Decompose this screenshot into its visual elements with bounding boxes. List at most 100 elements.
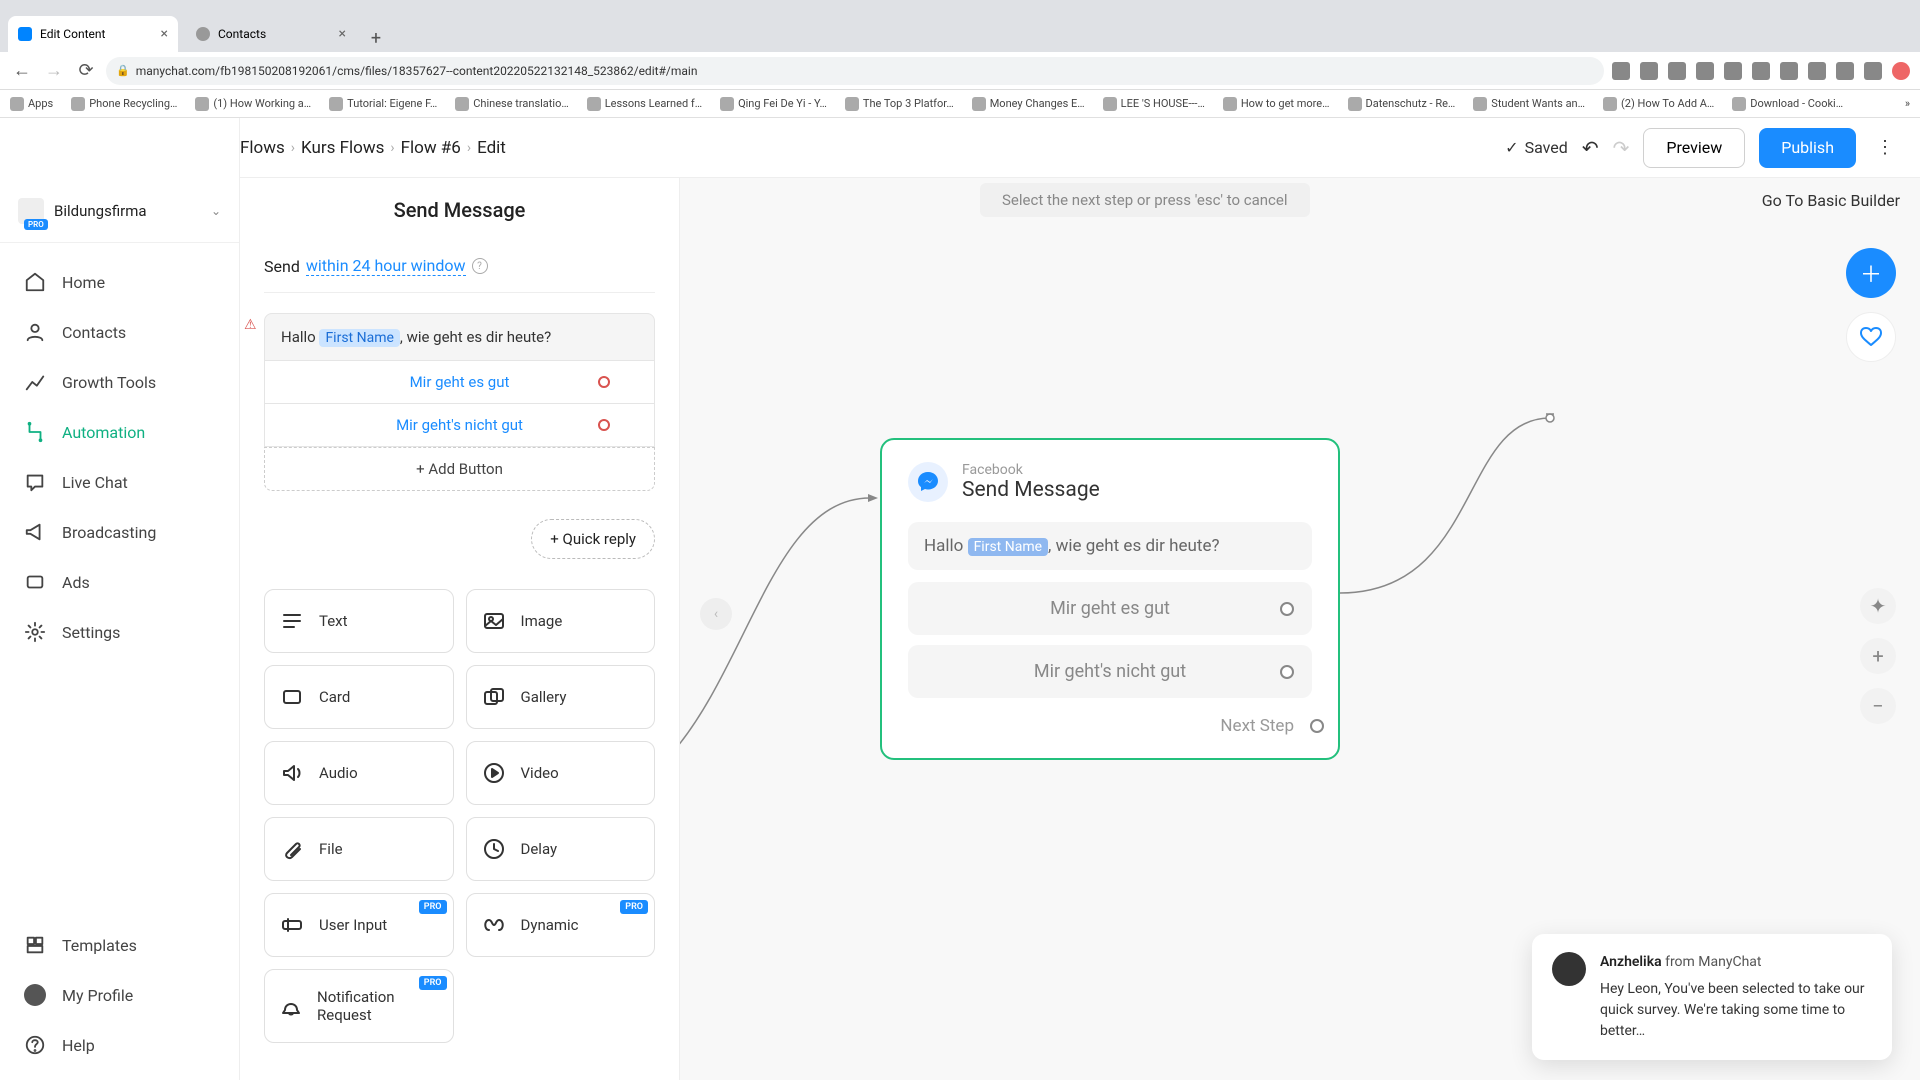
ext-icon[interactable] [1836,62,1854,80]
ext-icon[interactable] [1752,62,1770,80]
add-step-fab[interactable]: ＋ [1846,248,1896,298]
tile-notification[interactable]: PRONotification Request [264,969,454,1043]
node-button[interactable]: Mir geht's nicht gut [908,645,1312,698]
ext-icon[interactable] [1612,62,1630,80]
tile-delay[interactable]: Delay [466,817,656,881]
send-window-setting[interactable]: Send within 24 hour window ? [264,248,655,293]
ext-icon[interactable] [1780,62,1798,80]
sidebar-item-contacts[interactable]: Contacts [0,307,239,357]
help-icon[interactable]: ? [472,258,488,274]
bookmark-item[interactable]: Apps [10,97,53,111]
breadcrumb-item[interactable]: Kurs Flows [301,138,384,158]
bookmark-item[interactable]: How to get more… [1223,97,1330,111]
sidebar-item-automation[interactable]: Automation [0,407,239,457]
browser-tab-active[interactable]: Edit Content × [8,16,178,52]
reload-button[interactable]: ⟳ [74,59,98,83]
sidebar-item-broadcasting[interactable]: Broadcasting [0,507,239,557]
message-button[interactable]: Mir geht's nicht gut [264,404,655,447]
account-selector[interactable]: PRO Bildungsfirma ⌄ [0,188,239,243]
back-button[interactable]: ← [10,59,34,83]
bookmark-item[interactable]: Lessons Learned f… [587,97,702,111]
tile-file[interactable]: File [264,817,454,881]
ext-icon[interactable] [1696,62,1714,80]
auto-arrange-button[interactable]: ✦ [1860,588,1896,624]
sidebar-item-profile[interactable]: My Profile [0,970,239,1020]
bookmark-item[interactable]: LEE 'S HOUSE---… [1103,97,1205,111]
message-text[interactable]: Hallo First Name, wie geht es dir heute? [264,313,655,361]
publish-button[interactable]: Publish [1759,128,1856,168]
bookmark-item[interactable]: Money Changes E… [972,97,1085,111]
bookmark-item[interactable]: The Top 3 Platfor… [845,97,954,111]
connector-port[interactable] [598,419,610,431]
ext-icon[interactable] [1724,62,1742,80]
message-button[interactable]: Mir geht es gut [264,361,655,404]
bookmark-item[interactable]: Datenschutz - Re… [1348,97,1456,111]
bookmark-item[interactable]: (1) How Working a… [195,97,311,111]
favorite-fab[interactable] [1846,312,1896,362]
bookmark-item[interactable]: Chinese translatio… [455,97,568,111]
sidebar-item-templates[interactable]: Templates [0,920,239,970]
ext-icon[interactable] [1864,62,1882,80]
url-bar[interactable]: 🔒 manychat.com/fb198150208192061/cms/fil… [106,57,1604,85]
dynamic-icon [481,912,507,938]
connector-port[interactable] [1280,665,1294,679]
tile-audio[interactable]: Audio [264,741,454,805]
sidebar-item-growth[interactable]: Growth Tools [0,357,239,407]
bookmark-item[interactable]: Phone Recycling… [71,97,177,111]
tile-video[interactable]: Video [466,741,656,805]
flow-canvas[interactable]: ‹ Facebook Send Message Hallo First Name… [680,118,1920,1080]
bookmark-item[interactable]: (2) How To Add A… [1603,97,1714,111]
text-icon [279,608,305,634]
browser-tab[interactable]: Contacts × [186,16,356,52]
variable-chip[interactable]: First Name [319,329,399,347]
connector-port[interactable] [1280,602,1294,616]
connector-port[interactable] [598,376,610,388]
new-tab-button[interactable]: + [362,24,390,52]
tab-close-icon[interactable]: × [339,26,346,42]
preview-button[interactable]: Preview [1643,128,1745,168]
go-basic-builder-link[interactable]: Go To Basic Builder [1762,191,1900,210]
tile-image[interactable]: Image [466,589,656,653]
breadcrumb-item[interactable]: Flow #6 [401,138,461,158]
bookmarks-overflow[interactable]: » [1905,97,1910,110]
bookmark-item[interactable]: Student Wants an… [1473,97,1585,111]
image-icon [481,608,507,634]
tile-card[interactable]: Card [264,665,454,729]
sidebar-item-help[interactable]: Help [0,1020,239,1070]
tile-dynamic[interactable]: PRODynamic [466,893,656,957]
bookmark-item[interactable]: Tutorial: Eigene F… [329,97,437,111]
sidebar-item-settings[interactable]: Settings [0,607,239,657]
add-button[interactable]: + Add Button [264,447,655,491]
ext-icon[interactable] [1668,62,1686,80]
zoom-out-button[interactable]: − [1860,688,1896,724]
node-message[interactable]: Hallo First Name, wie geht es dir heute? [908,522,1312,570]
sidebar-item-livechat[interactable]: Live Chat [0,457,239,507]
breadcrumb-item[interactable]: Flows [240,138,285,158]
tile-user-input[interactable]: PROUser Input [264,893,454,957]
tile-text[interactable]: Text [264,589,454,653]
home-icon [24,271,46,293]
forward-button[interactable]: → [42,59,66,83]
bookmark-item[interactable]: Download - Cooki… [1732,97,1843,111]
message-block[interactable]: ⚠ Hallo First Name, wie geht es dir heut… [264,313,655,491]
bookmark-item[interactable]: Qing Fei De Yi - Y… [720,97,827,111]
node-button[interactable]: Mir geht es gut [908,582,1312,635]
canvas-prev-button[interactable]: ‹ [700,598,732,630]
profile-avatar[interactable] [1892,62,1910,80]
ext-icon[interactable] [1640,62,1658,80]
tab-close-icon[interactable]: × [161,26,168,42]
undo-button[interactable]: ↶ [1582,136,1599,160]
chat-widget[interactable]: Anzhelika from ManyChat Hey Leon, You've… [1532,934,1892,1060]
tile-gallery[interactable]: Gallery [466,665,656,729]
contacts-icon [24,321,46,343]
sidebar-item-home[interactable]: Home [0,257,239,307]
zoom-in-button[interactable]: + [1860,638,1896,674]
flow-node[interactable]: Facebook Send Message Hallo First Name, … [880,438,1340,760]
connector-port[interactable] [1310,719,1324,733]
send-window-link[interactable]: within 24 hour window [306,256,466,276]
sidebar-item-ads[interactable]: Ads [0,557,239,607]
quick-reply-button[interactable]: + Quick reply [531,519,655,559]
ext-icon[interactable] [1808,62,1826,80]
more-menu-button[interactable]: ⋮ [1870,137,1900,158]
node-next-step[interactable]: Next Step [908,716,1312,736]
